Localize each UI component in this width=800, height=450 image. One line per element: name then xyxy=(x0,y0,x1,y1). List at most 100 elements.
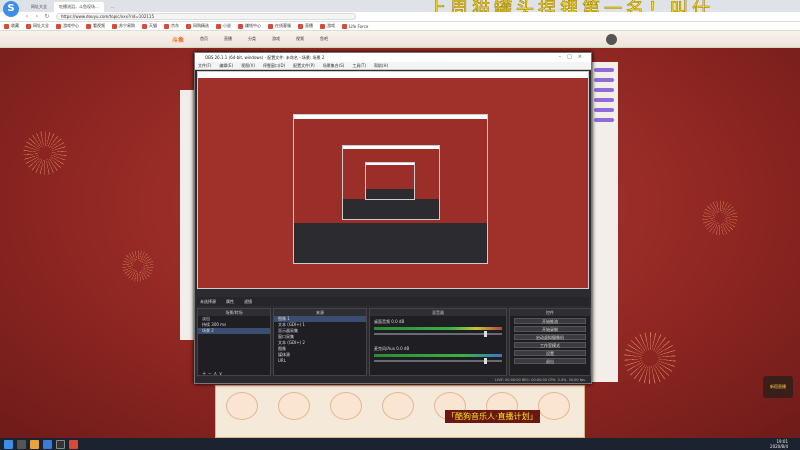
exit-button[interactable]: 退出 xyxy=(514,358,586,364)
recursive-capture-2 xyxy=(293,114,488,264)
firework-decoration xyxy=(620,328,680,388)
start-streaming-button[interactable]: 开始推流 xyxy=(514,318,586,324)
activity-card[interactable] xyxy=(278,392,310,420)
user-avatar[interactable] xyxy=(606,34,617,45)
scene-item[interactable]: 场景 2 xyxy=(198,328,270,334)
bookmark[interactable]: 天猫 xyxy=(142,23,157,29)
panel-pill[interactable] xyxy=(594,68,614,72)
panel-pill[interactable] xyxy=(594,78,614,82)
app-icon[interactable] xyxy=(69,439,78,449)
url-input[interactable]: https://www.douyu.com/topic/xxx?rid=1021… xyxy=(56,13,356,20)
sources-dock-header: 来源 xyxy=(274,309,366,316)
no-source-label: 未选择源 xyxy=(200,298,216,304)
explorer-icon[interactable] xyxy=(30,439,39,449)
mixer-channel: 桌面音频 0.0 dB xyxy=(374,319,502,343)
browser-tab-active[interactable]: 吃播流泪，斗鱼现场... xyxy=(54,2,104,12)
bookmark[interactable]: 京东 xyxy=(164,23,179,29)
virtual-camera-button[interactable]: 启动虚拟摄像机 xyxy=(514,334,586,340)
recursive-capture-1 xyxy=(197,71,589,289)
bookmark[interactable]: 苏宁易购 xyxy=(112,23,135,29)
obs-menu-item[interactable]: 编辑(E) xyxy=(219,63,233,69)
studio-mode-button[interactable]: 工作室模式 xyxy=(514,342,586,348)
bookmark[interactable]: 收藏 xyxy=(4,23,19,29)
browser-app-icon[interactable] xyxy=(43,439,52,449)
bookmark[interactable]: 看视频 xyxy=(86,23,105,29)
bookmark[interactable]: 游戏中心 xyxy=(56,23,79,29)
volume-slider[interactable] xyxy=(374,358,502,364)
system-clock[interactable]: 19:01 2020/8/4 xyxy=(770,439,788,449)
refresh-icon[interactable]: ↻ xyxy=(42,13,52,20)
source-toolbar: 未选择源 属性 滤镜 xyxy=(197,297,589,306)
panel-pill[interactable] xyxy=(594,98,614,102)
corner-badge: 新宿直播 xyxy=(763,376,793,398)
bookmark[interactable]: Life Force xyxy=(342,23,368,29)
mixer-dock-header: 混音器 xyxy=(370,309,506,316)
obs-title-bar: OBS 26.1.1 (64-bit, windows) - 配置文件: 未命名… xyxy=(195,53,591,62)
bookmark[interactable]: 网购精选 xyxy=(186,23,209,29)
forward-icon[interactable]: › xyxy=(32,13,42,20)
recursive-capture-4 xyxy=(365,162,415,200)
obs-menu-item[interactable]: 工具(T) xyxy=(352,63,366,69)
volume-slider[interactable] xyxy=(374,331,502,337)
site-logo[interactable]: 斗鱼 xyxy=(172,35,184,44)
filters-button[interactable]: 滤镜 xyxy=(244,299,252,305)
activity-card[interactable] xyxy=(382,392,414,420)
taskbar: 19:01 2020/8/4 xyxy=(0,438,800,450)
panel-pill[interactable] xyxy=(594,108,614,112)
activity-card[interactable] xyxy=(330,392,362,420)
site-nav-item[interactable]: 鱼吧 xyxy=(320,36,328,42)
bookmark[interactable]: 网址大全 xyxy=(26,23,49,29)
obs-app-icon[interactable] xyxy=(56,439,65,449)
panel-pill[interactable] xyxy=(594,88,614,92)
settings-button[interactable]: 设置 xyxy=(514,350,586,356)
window-controls[interactable]: –□× xyxy=(559,53,588,62)
obs-title: OBS 26.1.1 (64-bit, windows) - 配置文件: 未命名… xyxy=(205,55,325,60)
bookmark[interactable]: 小说 xyxy=(216,23,231,29)
browser-tab[interactable]: ... xyxy=(106,2,120,12)
site-navigation: 斗鱼 首页 直播 分类 游戏 视频 鱼吧 xyxy=(0,31,800,48)
source-item[interactable]: URL xyxy=(274,358,366,364)
obs-menu-item[interactable]: 场景集合(S) xyxy=(323,63,345,69)
firework-decoration xyxy=(700,198,740,238)
start-recording-button[interactable]: 开始录制 xyxy=(514,326,586,332)
obs-status-bar: LIVE: 00:00:00 REC: 00:00:00 CPU: 3.4%, … xyxy=(197,377,589,383)
address-bar: ‹ › ↻ https://www.douyu.com/topic/xxx?ri… xyxy=(0,12,800,22)
obs-menu-bar: 文件(F) 编辑(E) 视图(V) 停靠窗口(D) 配置文件(P) 场景集合(S… xyxy=(195,62,591,70)
obs-preview[interactable] xyxy=(197,71,589,289)
site-nav-item[interactable]: 视频 xyxy=(296,36,304,42)
site-nav-item[interactable]: 直播 xyxy=(224,36,232,42)
bookmark[interactable]: 直播 xyxy=(298,23,313,29)
clock-date: 2020/8/4 xyxy=(770,444,788,449)
recursive-capture-3 xyxy=(342,145,440,220)
mixer-channel-name: 麦克风/Aux 0.0 dB xyxy=(374,346,410,351)
activity-card[interactable] xyxy=(226,392,258,420)
obs-window: OBS 26.1.1 (64-bit, windows) - 配置文件: 未命名… xyxy=(194,52,592,384)
scenes-dock: 场景/转场 淡出 持续 300 ms 场景 2 + − ∧ ∨ xyxy=(197,308,271,377)
mixer-channel-name: 桌面音频 0.0 dB xyxy=(374,319,405,324)
volume-meter xyxy=(374,327,502,330)
properties-button[interactable]: 属性 xyxy=(226,299,234,305)
bookmarks-bar: 收藏 网址大全 游戏中心 看视频 苏宁易购 天猫 京东 网购精选 小说 赚钱中心… xyxy=(0,22,800,31)
obs-menu-item[interactable]: 停靠窗口(D) xyxy=(263,63,285,69)
obs-menu-item[interactable]: 视图(V) xyxy=(241,63,255,69)
activity-card[interactable] xyxy=(538,392,570,420)
scenes-dock-header: 场景/转场 xyxy=(198,309,270,316)
sources-dock: 来源 图像 1 文本 (GDI+) 1 显示器采集 窗口采集 文本 (GDI+)… xyxy=(273,308,367,376)
back-icon[interactable]: ‹ xyxy=(22,13,32,20)
panel-pill[interactable] xyxy=(594,118,614,122)
obs-menu-item[interactable]: 帮助(H) xyxy=(374,63,388,69)
bookmark[interactable]: 赚钱中心 xyxy=(238,23,261,29)
site-nav-item[interactable]: 游戏 xyxy=(272,36,280,42)
site-nav-item[interactable]: 分类 xyxy=(248,36,256,42)
search-icon[interactable] xyxy=(17,439,26,449)
obs-menu-item[interactable]: 配置文件(P) xyxy=(293,63,315,69)
mixer-channel: 麦克风/Aux 0.0 dB xyxy=(374,346,502,370)
browser-tab[interactable]: 网址大全 xyxy=(26,2,52,12)
start-icon[interactable] xyxy=(4,439,13,449)
left-side-panel xyxy=(180,90,195,340)
volume-meter xyxy=(374,354,502,357)
bookmark[interactable]: 在线客服 xyxy=(268,23,291,29)
bookmark[interactable]: 游戏 xyxy=(320,23,335,29)
obs-menu-item[interactable]: 文件(F) xyxy=(198,63,211,69)
site-nav-item[interactable]: 首页 xyxy=(200,36,208,42)
